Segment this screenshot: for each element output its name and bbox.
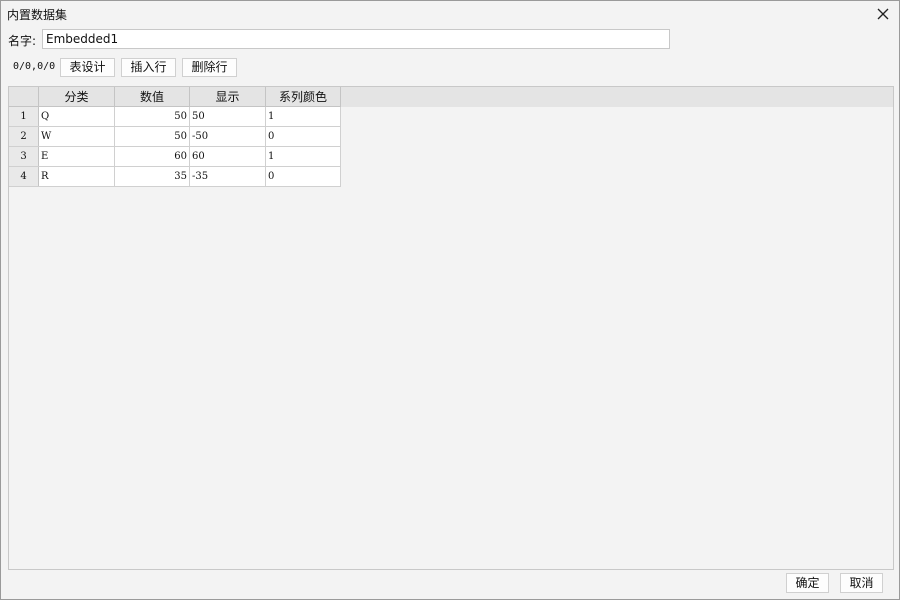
title-bar: 内置数据集 (1, 1, 899, 27)
data-table: 分类 数值 显示 系列颜色 1 Q 50 50 1 2 W 50 -50 0 3… (9, 87, 341, 187)
row-number[interactable]: 1 (9, 106, 39, 127)
column-header-rownum[interactable] (9, 87, 39, 107)
cell-value[interactable]: 60 (114, 146, 190, 167)
table-row[interactable]: 1 Q 50 50 1 (9, 106, 341, 127)
cell-display[interactable]: -50 (189, 126, 266, 147)
cell-series-color[interactable]: 0 (265, 126, 341, 147)
close-icon (877, 8, 889, 20)
cancel-button[interactable]: 取消 (840, 573, 883, 593)
close-button[interactable] (873, 4, 893, 24)
cell-category[interactable]: E (38, 146, 115, 167)
column-header-series-color[interactable]: 系列颜色 (265, 87, 341, 107)
row-number[interactable]: 3 (9, 146, 39, 167)
name-input[interactable] (42, 29, 670, 49)
table-header-row: 分类 数值 显示 系列颜色 (9, 87, 341, 107)
column-header-category[interactable]: 分类 (38, 87, 115, 107)
table-row[interactable]: 3 E 60 60 1 (9, 146, 341, 167)
cell-display[interactable]: 60 (189, 146, 266, 167)
toolbar: 0/0,0/0 表设计 插入行 删除行 (1, 57, 899, 79)
cell-position-label: 0/0,0/0 (13, 61, 56, 72)
cell-series-color[interactable]: 0 (265, 166, 341, 187)
table-row[interactable]: 4 R 35 -35 0 (9, 166, 341, 187)
cell-category[interactable]: W (38, 126, 115, 147)
cell-display[interactable]: -35 (189, 166, 266, 187)
dialog-title: 内置数据集 (7, 8, 68, 22)
cell-value[interactable]: 50 (114, 126, 190, 147)
cell-display[interactable]: 50 (189, 106, 266, 127)
cell-category[interactable]: R (38, 166, 115, 187)
cell-series-color[interactable]: 1 (265, 106, 341, 127)
insert-row-button[interactable]: 插入行 (121, 58, 176, 77)
name-label: 名字: (8, 34, 37, 48)
cell-series-color[interactable]: 1 (265, 146, 341, 167)
table-row[interactable]: 2 W 50 -50 0 (9, 126, 341, 147)
name-row: 名字: (1, 29, 899, 49)
table-design-button[interactable]: 表设计 (60, 58, 115, 77)
column-header-value[interactable]: 数值 (114, 87, 190, 107)
row-number[interactable]: 4 (9, 166, 39, 187)
data-grid[interactable]: 分类 数值 显示 系列颜色 1 Q 50 50 1 2 W 50 -50 0 3… (8, 86, 894, 570)
dialog-window: 内置数据集 名字: 0/0,0/0 表设计 插入行 删除行 分类 数值 显示 (0, 0, 900, 600)
cell-value[interactable]: 50 (114, 106, 190, 127)
cell-value[interactable]: 35 (114, 166, 190, 187)
column-header-display[interactable]: 显示 (189, 87, 266, 107)
delete-row-button[interactable]: 删除行 (182, 58, 237, 77)
ok-button[interactable]: 确定 (786, 573, 829, 593)
cell-category[interactable]: Q (38, 106, 115, 127)
row-number[interactable]: 2 (9, 126, 39, 147)
